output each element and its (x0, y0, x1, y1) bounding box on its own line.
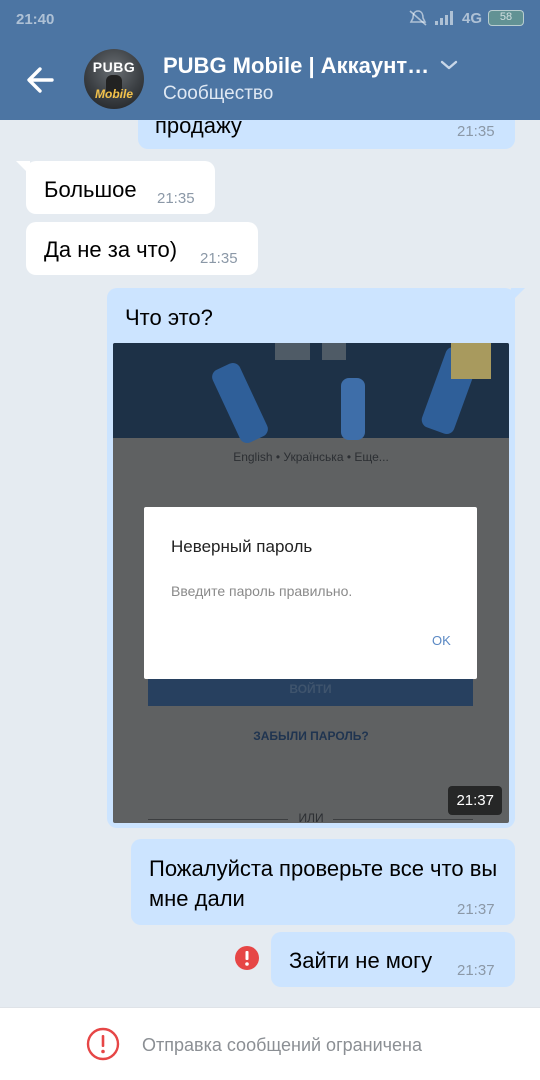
message-incoming[interactable]: Да не за что) 21:35 (26, 222, 258, 275)
community-avatar[interactable]: PUBG Mobile (84, 49, 144, 109)
message-outgoing[interactable]: Пожалуйста проверьте все что вы мне дали… (131, 839, 515, 925)
message-text: Что это? (125, 305, 213, 330)
dialog-title: Неверный пароль (171, 537, 313, 556)
message-time: 21:35 (157, 190, 195, 207)
avatar-logo-text: PUBG (92, 59, 136, 75)
chat-title[interactable]: PUBG Mobile | Аккаунт… (163, 53, 429, 79)
alert-circle-icon (86, 1027, 120, 1061)
message-text: Большое (44, 177, 137, 202)
message-outgoing-failed[interactable]: Зайти не могу 21:37 (271, 932, 515, 987)
message-text: Пожалуйста проверьте все что вы мне дали (149, 856, 498, 911)
chat-subtitle: Сообщество (163, 83, 274, 104)
art-shape (451, 343, 491, 379)
status-bar: 21:40 4G 58 (0, 0, 540, 38)
bubble-tail (511, 288, 525, 302)
message-time: 21:37 (457, 962, 495, 979)
language-switcher: English • Українська • Еще... (233, 450, 389, 464)
message-time: 21:37 (457, 901, 495, 918)
chat-header: 21:40 4G 58 PUBG Mobile PUBG Mobile | Ак… (0, 0, 540, 120)
signal-icon (434, 11, 453, 25)
error-dialog: Неверный пароль Введите пароль правильно… (144, 507, 477, 679)
screenshot-forgot-password: ЗАБЫЛИ ПАРОЛЬ? (253, 729, 369, 743)
art-shape (275, 343, 310, 360)
message-text: Да не за что) (44, 237, 178, 262)
message-text: Зайти не могу (289, 948, 433, 973)
restriction-text: Отправка сообщений ограничена (142, 1035, 422, 1055)
art-shape (322, 343, 346, 360)
message-incoming[interactable]: Большое 21:35 (16, 161, 215, 214)
back-arrow-icon[interactable] (22, 62, 62, 98)
art-hand (341, 378, 365, 440)
status-icons: 4G 58 (408, 9, 524, 27)
message-time: 21:35 (200, 250, 238, 267)
mute-icon (409, 10, 427, 26)
network-type: 4G (461, 9, 482, 27)
chevron-down-icon[interactable] (438, 55, 460, 75)
avatar-logo-subtext: Mobile (95, 87, 133, 101)
dialog-ok-button: OK (432, 633, 451, 648)
attached-screenshot[interactable]: English • Українська • Еще... ВОЙТИ ЗАБЫ… (113, 343, 509, 823)
photo-time: 21:37 (448, 786, 502, 815)
messaging-restricted-bar: Отправка сообщений ограничена (0, 1007, 540, 1080)
bubble-tail (16, 161, 30, 175)
send-error-icon[interactable] (234, 945, 260, 971)
status-time: 21:40 (16, 11, 55, 28)
message-time: 21:35 (457, 123, 495, 140)
dialog-text: Введите пароль правильно. (171, 583, 353, 599)
battery-icon: 58 (488, 10, 524, 26)
